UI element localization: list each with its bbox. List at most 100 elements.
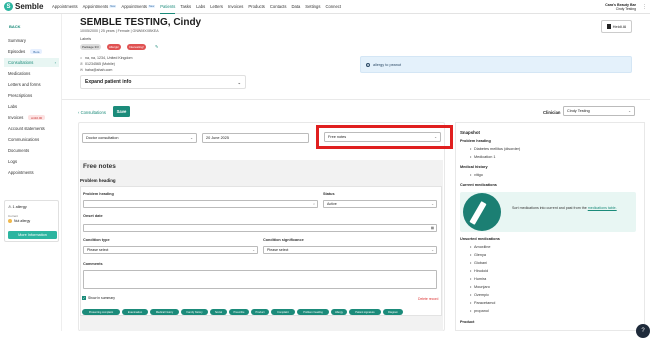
sidebar-item-medications[interactable]: Medications bbox=[4, 69, 59, 78]
save-button[interactable]: Save bbox=[113, 106, 130, 117]
nav-item-data[interactable]: Data bbox=[291, 0, 300, 14]
sidebar-item-invoices[interactable]: Invoices £410.00 bbox=[4, 113, 59, 122]
delete-record-link[interactable]: Delete record bbox=[418, 297, 438, 301]
nav-item-appointments[interactable]: Appointments bbox=[52, 0, 78, 14]
insert-block-button[interactable]: Examination bbox=[122, 309, 148, 315]
condition-significance-select[interactable]: Please select ⌄ bbox=[263, 246, 437, 254]
semble-logo[interactable]: S Semble bbox=[4, 2, 52, 11]
info-icon: i bbox=[366, 62, 370, 67]
edit-labels-icon[interactable]: ✎ bbox=[155, 44, 158, 49]
sidebar-item-logs[interactable]: Logs bbox=[4, 157, 59, 166]
sidebar-item-appointments[interactable]: Appointments bbox=[4, 168, 59, 177]
status-select[interactable]: Active ⌄ bbox=[323, 200, 437, 208]
insert-block-button[interactable]: Family history bbox=[181, 309, 208, 315]
semble-logo-icon: S bbox=[4, 2, 13, 11]
snapshot-product: Product bbox=[460, 320, 475, 324]
condition-type-select[interactable]: Please select ⌄ bbox=[83, 246, 258, 254]
label-tag[interactable]: Interesting! bbox=[127, 44, 146, 50]
patient-email: ✉ haha@ahah.com bbox=[80, 68, 113, 72]
onset-date-input[interactable]: ▦ bbox=[83, 224, 437, 232]
breadcrumb-consultations[interactable]: ‹ Consultations bbox=[78, 110, 106, 115]
sidebar-item-episodes[interactable]: Episodes Beta bbox=[4, 47, 59, 56]
sidebar-item-labs[interactable]: Labs bbox=[4, 102, 59, 111]
condition-significance-label: Condition significance bbox=[263, 238, 304, 242]
problem-heading-title: Problem heading bbox=[80, 178, 116, 183]
condition-type-label: Condition type bbox=[83, 238, 110, 242]
onset-date-label: Onset date bbox=[83, 214, 103, 218]
insert-block-button[interactable]: Patient signature bbox=[349, 309, 381, 315]
expand-patient-info[interactable]: Expand patient info ⌄ bbox=[80, 75, 246, 89]
allergy-item: Nut allergy bbox=[8, 219, 30, 223]
clinician-select[interactable]: Cindy Testing ⌄ bbox=[563, 106, 635, 116]
nav-item-products[interactable]: Products bbox=[248, 0, 265, 14]
sidebar-badge: £410.00 bbox=[28, 115, 46, 120]
meds-empty-state: Sort medications into current and past f… bbox=[460, 192, 636, 232]
insert-block-button[interactable]: Problem heading bbox=[297, 309, 329, 315]
list-item: vitigo bbox=[470, 173, 483, 177]
nav-item-contacts[interactable]: Contacts bbox=[270, 0, 287, 14]
search-icon: ⌕ bbox=[313, 202, 315, 206]
snapshot-current-meds: Current medications bbox=[460, 183, 497, 187]
nav-item-connect[interactable]: Connect bbox=[325, 0, 341, 14]
insert-block-button[interactable]: Social bbox=[210, 309, 227, 315]
sidebar-item-communications[interactable]: Communications bbox=[4, 135, 59, 144]
user-menu[interactable]: Cara's Beauty Bar Cindy Testing bbox=[605, 3, 636, 11]
list-item: Giobani bbox=[470, 261, 487, 265]
nav-item-patients[interactable]: Patients bbox=[160, 0, 176, 14]
consultation-type-select[interactable]: Doctor consultation ⌄ bbox=[82, 133, 197, 143]
insert-block-button[interactable]: Diagram bbox=[383, 309, 403, 315]
sidebar-badge: Beta bbox=[30, 49, 43, 54]
insert-block-button[interactable]: Complaint bbox=[271, 309, 295, 315]
apps-grid-icon[interactable]: ⋮ bbox=[642, 4, 647, 10]
insert-block-button[interactable]: Medical history bbox=[150, 309, 179, 315]
sidebar-item-consultations[interactable]: Consultations › bbox=[4, 58, 59, 67]
allergy-dot-icon bbox=[8, 219, 12, 223]
allergy-alert: i allergy to peanut bbox=[360, 56, 632, 73]
nav-item-settings[interactable]: Settings bbox=[305, 0, 320, 14]
label-tag[interactable]: Package 3/3 bbox=[80, 44, 101, 50]
allergy-current-label: Current bbox=[8, 214, 19, 218]
insert-block-button[interactable]: Allergy bbox=[331, 309, 347, 315]
sidebar-item-letters-and-forms[interactable]: Letters and forms bbox=[4, 80, 59, 89]
nav-item-invoices[interactable]: Invoices bbox=[228, 0, 243, 14]
section-title: Free notes bbox=[83, 163, 116, 170]
date-input[interactable]: 20 June 2025 bbox=[202, 133, 309, 143]
list-item: Humira bbox=[470, 277, 486, 281]
nav-item-letters[interactable]: Letters bbox=[210, 0, 223, 14]
highlight-box bbox=[316, 125, 453, 149]
nav-item-appointments[interactable]: Appointments New bbox=[121, 0, 156, 14]
chevron-down-icon: ⌄ bbox=[628, 109, 631, 113]
help-button[interactable]: ? bbox=[636, 324, 650, 338]
heidi-ai-button[interactable]: Heidi AI bbox=[601, 20, 632, 33]
chevron-right-icon: › bbox=[54, 60, 56, 65]
calendar-icon: ▦ bbox=[430, 226, 434, 230]
snapshot-unsorted-meds: Unsorted medications bbox=[460, 237, 500, 241]
back-link[interactable]: BACK bbox=[9, 24, 21, 29]
insert-block-button[interactable]: Prescribe bbox=[229, 309, 249, 315]
patient-phone: ✆ 01234565 (Mobile) bbox=[80, 62, 115, 66]
list-item: Diabetes mellitus (disorder) bbox=[470, 147, 520, 151]
problem-heading-input[interactable]: ⌕ bbox=[83, 200, 318, 208]
check-icon: ✓ bbox=[82, 296, 86, 300]
insert-block-button[interactable]: Product bbox=[251, 309, 269, 315]
nav-item-labs[interactable]: Labs bbox=[196, 0, 205, 14]
comments-textarea[interactable] bbox=[83, 270, 437, 289]
sidebar-item-prescriptions[interactable]: Prescriptions bbox=[4, 91, 59, 100]
sidebar-item-account-statements[interactable]: Account statements bbox=[4, 124, 59, 133]
more-information-button[interactable]: More Information bbox=[8, 231, 57, 239]
top-bar: S Semble Appointments Appointments New Appo… bbox=[0, 0, 650, 14]
insert-block-button[interactable]: Presenting complaint bbox=[82, 309, 120, 315]
meds-empty-text: Sort medications into current and past f… bbox=[512, 206, 617, 210]
status-label: Status bbox=[323, 192, 335, 196]
show-in-summary-checkbox[interactable]: ✓ Show in summary bbox=[82, 296, 115, 300]
label-tag[interactable]: Allergic bbox=[107, 44, 121, 50]
main-nav: Appointments Appointments New Appointments N… bbox=[52, 0, 346, 14]
sidebar-item-summary[interactable]: Summary bbox=[4, 36, 59, 45]
nav-item-tasks[interactable]: Tasks bbox=[180, 0, 191, 14]
nav-item-appointments[interactable]: Appointments New bbox=[83, 0, 117, 14]
new-badge: New bbox=[109, 5, 117, 8]
sidebar-item-documents[interactable]: Documents bbox=[4, 146, 59, 155]
medications-table-link[interactable]: medications table. bbox=[588, 206, 617, 210]
user-name: Cindy Testing bbox=[615, 7, 636, 11]
snapshot-medical-history: Medical history bbox=[460, 165, 488, 169]
